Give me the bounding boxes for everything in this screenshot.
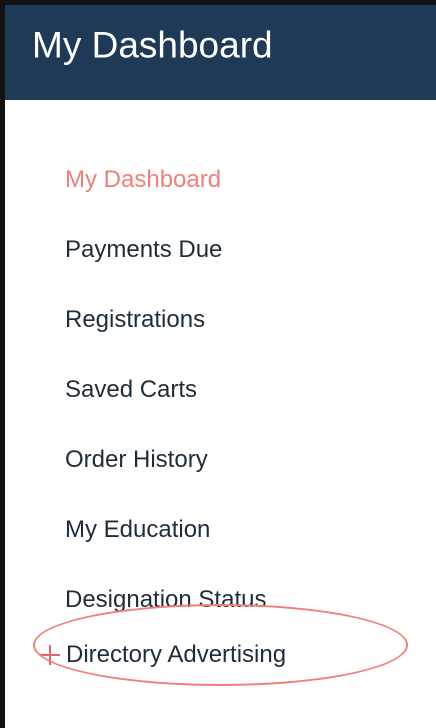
dashboard-sidebar: My Dashboard My Dashboard Payments Due R… [0, 0, 436, 728]
nav-item-directory-advertising-label: Directory Advertising [66, 641, 287, 668]
nav-item-my-dashboard[interactable]: My Dashboard [65, 160, 221, 200]
nav-item-my-education[interactable]: My Education [65, 510, 210, 550]
nav-item-saved-carts[interactable]: Saved Carts [65, 370, 197, 410]
plus-icon[interactable] [40, 635, 60, 675]
nav-item-payments-due[interactable]: Payments Due [65, 230, 222, 270]
nav-item-registrations[interactable]: Registrations [65, 300, 205, 340]
sidebar-nav: My Dashboard Payments Due Registrations … [5, 5, 436, 728]
nav-item-order-history[interactable]: Order History [65, 440, 208, 480]
nav-item-designation-status[interactable]: Designation Status [65, 580, 266, 620]
nav-item-directory-advertising[interactable]: Directory Advertising [40, 635, 286, 675]
